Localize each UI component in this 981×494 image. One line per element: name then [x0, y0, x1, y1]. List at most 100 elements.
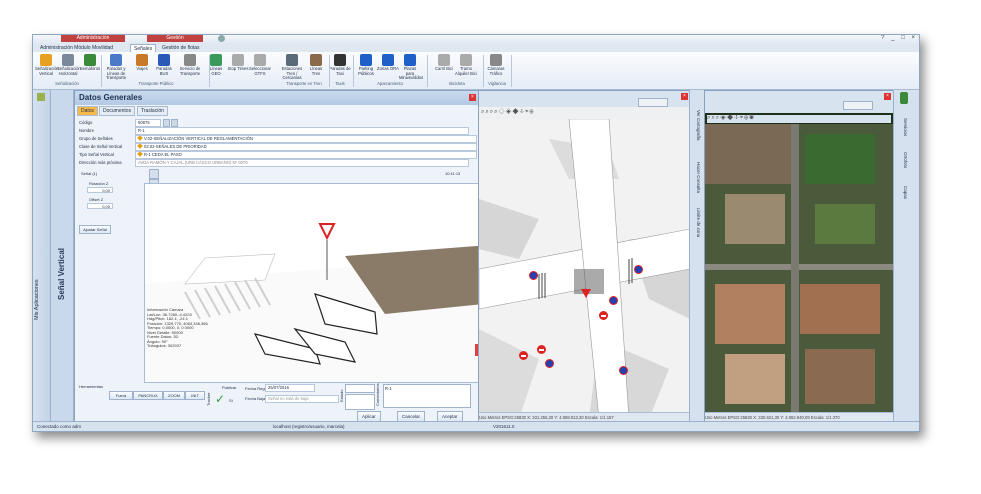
ribbon-button-transport-service[interactable]: Servicio de Transporte: [179, 54, 201, 80]
signal-marker[interactable]: [619, 366, 628, 375]
tools-label: Herramientas: [79, 384, 104, 389]
ribbon-button-bike-rental[interactable]: Tramo Alquiler Bici: [455, 54, 477, 80]
signal-marker[interactable]: [545, 359, 554, 368]
context-tab-gestion[interactable]: Gestión: [147, 35, 203, 42]
map-toolbar[interactable]: ⌕⌕⌕◈◆✢⌖⊕◉: [707, 115, 891, 123]
yield-sign-icon[interactable]: [318, 223, 336, 241]
bike-lane-icon: [438, 54, 450, 66]
taxi-icon: [334, 54, 346, 66]
pan-crux-button[interactable]: PANCRUX: [133, 391, 163, 400]
ribbon-button-gtfs[interactable]: Seleccionar GTFS: [249, 54, 271, 80]
ribbon-button-train-station[interactable]: Estaciones Tren / Cercanías: [281, 54, 303, 80]
ribbon-button-bike-lane[interactable]: Carril Bici: [433, 54, 455, 80]
ribbon-button-stop-times[interactable]: Stop Times: [227, 54, 249, 80]
ribbon-button-horizontal-sign[interactable]: Señalización Horizontal: [57, 54, 81, 80]
ribbon-button-train-lines[interactable]: Líneas Tren: [305, 54, 327, 80]
checkmark-icon[interactable]: ✓: [215, 392, 225, 406]
out-button[interactable]: Fuera: [109, 391, 133, 400]
state-list[interactable]: [345, 394, 375, 410]
ribbon-group-label: Aparcamiento: [377, 81, 403, 86]
side-tab[interactable]: Hacer Consulta: [696, 162, 701, 193]
side-tab[interactable]: Ortofoto: [903, 152, 908, 168]
tab-traslacion[interactable]: Traslación: [137, 106, 168, 116]
close-map-icon[interactable]: ×: [884, 93, 891, 100]
state-select[interactable]: [345, 384, 375, 393]
ribbon-button-disabled-parking[interactable]: Plazas para Minusválidos: [399, 54, 423, 80]
off-date-input[interactable]: Señal no está de baja: [265, 395, 339, 403]
close-button[interactable]: ×: [911, 35, 915, 41]
tab-administracion-movilidad[interactable]: Administración Módulo Movilidad: [37, 44, 116, 52]
signal-marker[interactable]: [529, 271, 538, 280]
ribbon-button-traffic-light[interactable]: Semáforos: [79, 54, 101, 80]
no-entry-marker[interactable]: [537, 345, 546, 354]
my-applications-label[interactable]: Mis Aplicaciones: [34, 279, 40, 320]
off-date-label: Fecha Baja: [245, 396, 266, 401]
ribbon-button-bus-stop[interactable]: Paradas y Líneas de Transporte: [105, 54, 127, 80]
vertical-sign-icon: [40, 54, 52, 66]
date-input[interactable]: 25/07/2016: [265, 384, 315, 392]
tab-gestion-flotas[interactable]: Gestión de flotas: [159, 44, 203, 52]
street-map-view[interactable]: × ⌕⌕⌕⌕◇◈◆✢⌖⊕ Uso Metros EPSG:25830 X: 33…: [478, 90, 691, 423]
street-map: [479, 119, 690, 419]
ribbon-button-label: Servicio de Transporte: [179, 66, 201, 76]
no-entry-marker[interactable]: [599, 311, 608, 320]
ribbon-button-taxi[interactable]: Paradas de Taxi: [329, 54, 351, 80]
help-button[interactable]: ?: [881, 35, 884, 41]
comments-textarea[interactable]: R-1: [383, 384, 471, 408]
ribbon-button-ora-zone[interactable]: Zonas ORA: [377, 54, 399, 80]
init-button[interactable]: INIT: [185, 391, 205, 400]
traffic-camera-icon: [490, 54, 502, 66]
type-select[interactable]: R-1 CEDA EL PASO: [135, 151, 477, 159]
map-toolbar[interactable]: ⌕⌕⌕⌕◇◈◆✢⌖⊕: [481, 109, 534, 117]
maximize-button[interactable]: □: [901, 35, 905, 41]
expand-icon[interactable]: [37, 93, 45, 101]
map-nav-buttons[interactable]: [843, 101, 873, 110]
adjust-signal-button[interactable]: Ajustar Señal: [79, 225, 111, 234]
code-input[interactable]: 50875: [135, 119, 161, 127]
code-clear-button[interactable]: [171, 119, 178, 127]
side-tab[interactable]: Servicios: [903, 118, 908, 136]
side-tab[interactable]: Capas: [903, 186, 908, 199]
ribbon-button-vertical-sign[interactable]: Señalización Vertical: [35, 54, 59, 80]
ribbon-button-trips[interactable]: Viajes: [131, 54, 153, 80]
detail-panel: Datos Generales × Datos Documentos Trasl…: [74, 90, 504, 423]
no-entry-marker[interactable]: [519, 351, 528, 360]
zoom-button[interactable]: ZOOM: [163, 391, 185, 400]
close-panel-icon[interactable]: ×: [469, 94, 476, 101]
side-tab[interactable]: Ver Cartografía: [696, 110, 701, 141]
layers-icon[interactable]: [149, 169, 159, 179]
aerial-map-view[interactable]: × ⌕⌕⌕◈◆✢⌖⊕◉ Uso Metros EPSG:25830 X: 330…: [704, 90, 894, 423]
ribbon-button-traffic-camera[interactable]: Cámaras Tráfico: [485, 54, 507, 80]
offset-label: Offset Z: [89, 197, 104, 202]
rotation-input[interactable]: 0,00: [87, 187, 113, 193]
group-select[interactable]: V.02-SEÑALIZACIÓN VERTICAL DE REGLAMENTA…: [135, 135, 477, 143]
signal-marker[interactable]: [634, 265, 643, 274]
ribbon-button-label: Paradas y Líneas de Transporte: [105, 66, 127, 80]
ribbon-button-bus[interactable]: Paradas BUS: [153, 54, 175, 80]
yield-marker-icon[interactable]: [581, 289, 591, 298]
traffic-light-icon: [900, 92, 908, 104]
ribbon-button-label: Tramo Alquiler Bici: [455, 66, 477, 76]
name-input[interactable]: R-1: [135, 127, 469, 135]
ribbon-button-label: Carril Bici: [435, 66, 453, 71]
diamond-icon: [137, 136, 143, 141]
vertical-sign-nav-label[interactable]: Señal Vertical: [57, 248, 66, 300]
ribbon-button-label: Líneas GEO: [209, 66, 223, 76]
class-select[interactable]: 02.02-SEÑALES DE PRIORIDAD: [135, 143, 477, 151]
signal-marker[interactable]: [609, 296, 618, 305]
offset-input[interactable]: 0,00: [87, 203, 113, 209]
map-nav-buttons[interactable]: [638, 98, 668, 107]
3d-viewer[interactable]: Información Cámara Lat/Lon: 36.7280,-4.42…: [144, 183, 504, 383]
context-tab-administracion[interactable]: Administración: [61, 35, 125, 42]
geo-lines-icon: [210, 54, 222, 66]
close-map-icon[interactable]: ×: [681, 93, 688, 100]
tab-datos[interactable]: Datos: [77, 106, 99, 116]
ribbon-group-label: Taxis: [335, 81, 345, 86]
tab-documentos[interactable]: Documentos: [99, 106, 136, 116]
disabled-parking-icon: [404, 54, 416, 66]
ribbon-button-parking[interactable]: Parking Públicos: [355, 54, 377, 80]
address-input[interactable]: AVDA RAMÓN Y CAJAL (URB CASCO URBANO) Nº…: [135, 159, 469, 167]
side-tab[interactable]: Limite de zona: [696, 208, 701, 237]
code-lookup-button[interactable]: [163, 119, 170, 127]
minimize-button[interactable]: _: [891, 35, 894, 41]
